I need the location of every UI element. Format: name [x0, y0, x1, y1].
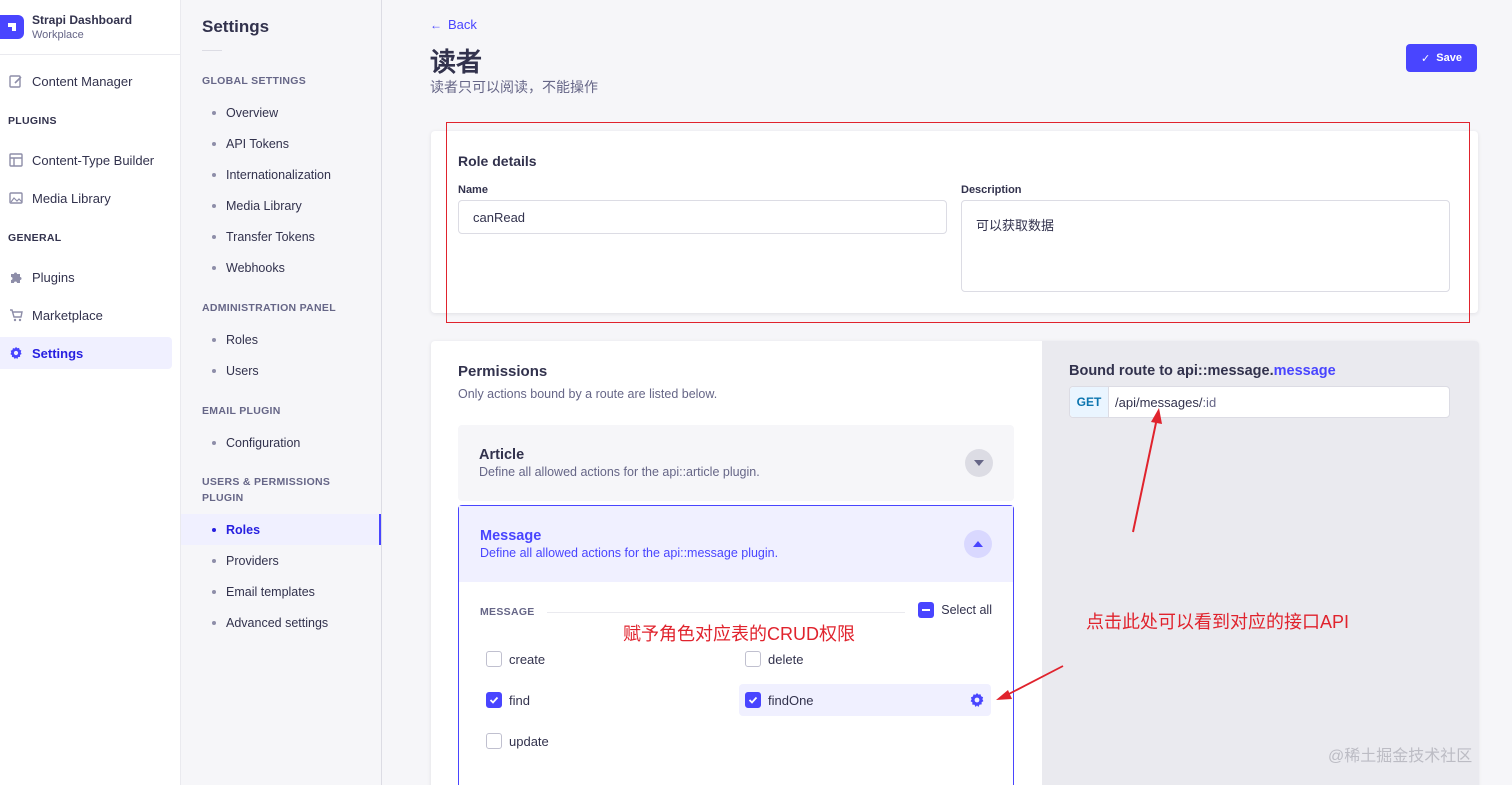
nav-content-type-builder[interactable]: Content-Type Builder — [0, 144, 172, 176]
permission-update[interactable]: update — [480, 725, 549, 757]
checkbox[interactable] — [486, 733, 502, 749]
gear-icon[interactable] — [969, 692, 985, 708]
role-details-heading: Role details — [458, 153, 537, 169]
group-label: MESSAGE — [480, 606, 535, 618]
back-link[interactable]: ← Back — [430, 17, 477, 32]
nav-label: Settings — [32, 345, 84, 361]
puzzle-icon — [8, 270, 23, 285]
nav-label: Marketplace — [32, 307, 103, 323]
accordion-description: Define all allowed actions for the api::… — [479, 465, 760, 479]
annotation-crud: 赋予角色对应表的CRUD权限 — [623, 624, 855, 644]
indeterminate-icon — [918, 602, 935, 618]
section-administration-panel: ADMINISTRATION PANEL — [202, 302, 336, 314]
nav-label: Media Library — [32, 190, 111, 206]
main-content: ← Back 读者 读者只可以阅读，不能操作 ✓ Save Role detai… — [382, 0, 1512, 785]
brand-subtitle: Workplace — [32, 29, 84, 41]
subnav-item-media-library[interactable]: Media Library — [181, 190, 381, 221]
nav-label: Content-Type Builder — [32, 152, 155, 168]
subnav-item-users[interactable]: Users — [181, 355, 381, 386]
name-label: Name — [458, 184, 488, 196]
subnav-item-transfer-tokens[interactable]: Transfer Tokens — [181, 221, 381, 252]
select-all-checkbox[interactable]: Select all — [918, 602, 992, 618]
nav-content-manager[interactable]: Content Manager — [0, 65, 172, 97]
subnav-item-configuration[interactable]: Configuration — [181, 427, 381, 458]
permissions-subtitle: Only actions bound by a route are listed… — [458, 387, 718, 401]
divider — [547, 612, 905, 613]
main-nav: Strapi Dashboard Workplace Content Manag… — [0, 0, 181, 785]
brand: Strapi Dashboard Workplace — [0, 0, 180, 55]
permission-findone[interactable]: findOne — [739, 684, 991, 716]
nav-plugins[interactable]: Plugins — [0, 261, 172, 293]
nav-media-library[interactable]: Media Library — [0, 182, 172, 214]
brand-title: Strapi Dashboard — [32, 13, 133, 27]
strapi-logo-icon — [0, 15, 24, 39]
subnav-item-api-tokens[interactable]: API Tokens — [181, 128, 381, 159]
accordion-title: Message — [480, 528, 542, 544]
nav-section-general: GENERAL — [8, 232, 62, 244]
nav-label: Content Manager — [32, 73, 133, 89]
permission-find[interactable]: find — [480, 684, 530, 716]
accordion-title: Article — [479, 447, 525, 463]
permissions-heading: Permissions — [458, 363, 548, 380]
settings-subnav: Settings GLOBAL SETTINGS Overview API To… — [181, 0, 382, 785]
section-email-plugin: EMAIL PLUGIN — [202, 405, 281, 417]
nav-settings[interactable]: Settings — [0, 337, 172, 369]
route-path: /api/messages/:id — [1115, 394, 1217, 410]
check-icon: ✓ — [1421, 52, 1431, 65]
nav-section-plugins: PLUGINS — [8, 115, 57, 127]
subnav-item-webhooks[interactable]: Webhooks — [181, 252, 381, 283]
annotation-api: 点击此处可以看到对应的接口API — [1086, 612, 1350, 632]
bound-route-panel: Bound route to api::message.message GET … — [1042, 341, 1479, 785]
chevron-up-icon[interactable] — [964, 530, 992, 558]
checkbox[interactable] — [745, 651, 761, 667]
subnav-item-providers[interactable]: Providers — [181, 545, 381, 576]
http-verb-badge: GET — [1070, 387, 1109, 417]
subnav-item-internationalization[interactable]: Internationalization — [181, 159, 381, 190]
permission-delete[interactable]: delete — [739, 643, 803, 675]
arrow-left-icon: ← — [430, 17, 442, 32]
role-details-card: Role details Name canRead Description 可以… — [431, 131, 1478, 313]
page-title: 读者 — [430, 47, 483, 77]
description-field[interactable]: 可以获取数据 — [961, 200, 1450, 292]
checkbox[interactable] — [486, 651, 502, 667]
accordion-article[interactable]: Article Define all allowed actions for t… — [458, 425, 1014, 501]
layout-icon — [8, 153, 23, 168]
checkbox-checked[interactable] — [486, 692, 502, 708]
accordion-description: Define all allowed actions for the api::… — [480, 546, 779, 560]
permission-create[interactable]: create — [480, 643, 545, 675]
section-users-permissions-plugin: USERS & PERMISSIONS PLUGIN — [202, 476, 331, 504]
nav-label: Plugins — [32, 269, 75, 285]
nav-marketplace[interactable]: Marketplace — [0, 299, 172, 331]
save-button[interactable]: ✓ Save — [1406, 44, 1477, 72]
subnav-title: Settings — [202, 17, 270, 36]
accordion-header[interactable]: Message Define all allowed actions for t… — [459, 506, 1013, 582]
subnav-item-email-templates[interactable]: Email templates — [181, 576, 381, 607]
subnav-item-advanced-settings[interactable]: Advanced settings — [181, 607, 381, 638]
checkbox-checked[interactable] — [745, 692, 761, 708]
section-global-settings: GLOBAL SETTINGS — [202, 75, 307, 87]
gear-icon — [8, 346, 23, 361]
subnav-item-roles[interactable]: Roles — [181, 514, 381, 545]
image-icon — [8, 191, 23, 206]
description-label: Description — [961, 184, 1022, 196]
subnav-item-admin-roles[interactable]: Roles — [181, 324, 381, 355]
page-subtitle: 读者只可以阅读，不能操作 — [430, 79, 598, 95]
subnav-item-overview[interactable]: Overview — [181, 97, 381, 128]
route-box: GET /api/messages/:id — [1069, 386, 1450, 418]
accordion-header[interactable]: Article Define all allowed actions for t… — [458, 425, 1014, 501]
watermark: @稀土掘金技术社区 — [1328, 748, 1473, 765]
pencil-icon — [8, 74, 23, 89]
name-field[interactable]: canRead — [458, 200, 947, 234]
divider — [202, 50, 222, 51]
chevron-down-icon[interactable] — [965, 449, 993, 477]
route-title: Bound route to api::message.message — [1069, 363, 1336, 379]
cart-icon — [8, 308, 23, 323]
